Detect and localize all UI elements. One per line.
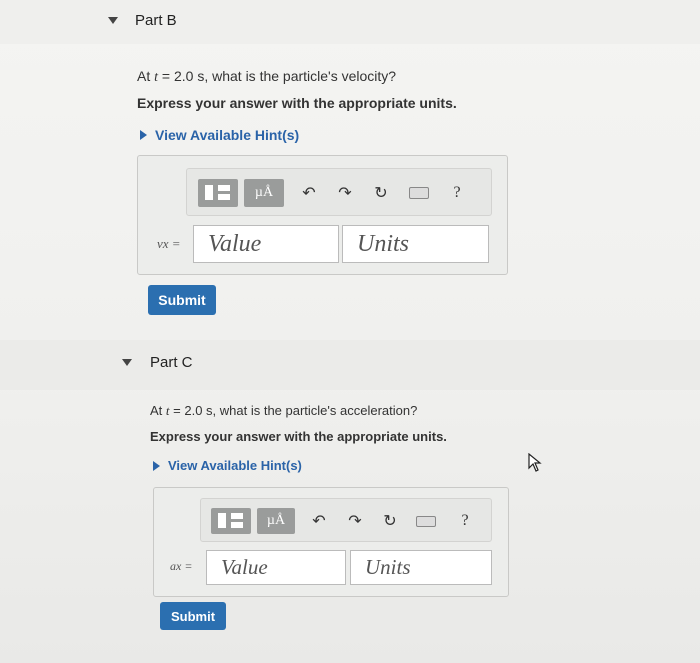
template-cell-icon	[218, 185, 230, 191]
answer-panel: µÅ ↶ ↷ ↻ ? ax =	[153, 487, 509, 597]
undo-icon[interactable]: ↶	[297, 179, 321, 207]
collapse-caret-icon[interactable]	[108, 17, 118, 24]
expand-triangle-icon	[153, 460, 160, 471]
template-cell-icon	[218, 513, 226, 528]
math-toolbar: µÅ ↶ ↷ ↻ ?	[200, 498, 492, 542]
templates-button[interactable]	[211, 508, 251, 534]
keyboard-icon[interactable]	[404, 179, 434, 207]
math-toolbar: µÅ ↶ ↷ ↻ ?	[186, 168, 492, 216]
reset-icon[interactable]: ↻	[378, 508, 402, 534]
units-input[interactable]	[350, 550, 492, 585]
units-symbol-button[interactable]: µÅ	[257, 508, 295, 534]
part-c-title: Part C	[150, 354, 193, 371]
view-hints-link[interactable]: View Available Hint(s)	[140, 127, 299, 143]
question-text: At t = 2.0 s, what is the particle's acc…	[150, 403, 418, 418]
template-cell-icon	[231, 513, 243, 519]
value-input[interactable]	[193, 225, 339, 263]
keyboard-icon[interactable]	[411, 508, 441, 534]
instructions-text: Express your answer with the appropriate…	[150, 429, 447, 444]
value-input[interactable]	[206, 550, 346, 585]
variable-label: vx =	[157, 236, 181, 251]
question-text: At t = 2.0 s, what is the particle's vel…	[137, 68, 397, 85]
reset-icon[interactable]: ↻	[369, 179, 393, 207]
variable-label: ax =	[170, 559, 193, 573]
template-cell-icon	[205, 185, 213, 200]
redo-icon[interactable]: ↷	[333, 179, 357, 207]
template-cell-icon	[231, 522, 243, 528]
units-input[interactable]	[342, 225, 489, 263]
submit-button[interactable]: Submit	[160, 602, 226, 630]
view-hints-link[interactable]: View Available Hint(s)	[153, 458, 302, 473]
units-symbol-button[interactable]: µÅ	[244, 179, 284, 207]
mouse-cursor-icon	[528, 452, 542, 478]
part-b-header[interactable]: Part B	[0, 0, 700, 44]
answer-panel: µÅ ↶ ↷ ↻ ? vx =	[137, 155, 508, 275]
help-button[interactable]: ?	[445, 179, 469, 207]
template-cell-icon	[218, 194, 230, 200]
instructions-text: Express your answer with the appropriate…	[137, 95, 457, 111]
templates-button[interactable]	[198, 179, 238, 207]
part-b-title: Part B	[135, 12, 177, 29]
undo-icon[interactable]: ↶	[307, 508, 331, 534]
redo-icon[interactable]: ↷	[343, 508, 367, 534]
part-c-header[interactable]: Part C	[0, 340, 700, 390]
help-button[interactable]: ?	[453, 508, 477, 534]
collapse-caret-icon[interactable]	[122, 359, 132, 366]
submit-button[interactable]: Submit	[148, 285, 216, 315]
expand-triangle-icon	[140, 130, 147, 140]
